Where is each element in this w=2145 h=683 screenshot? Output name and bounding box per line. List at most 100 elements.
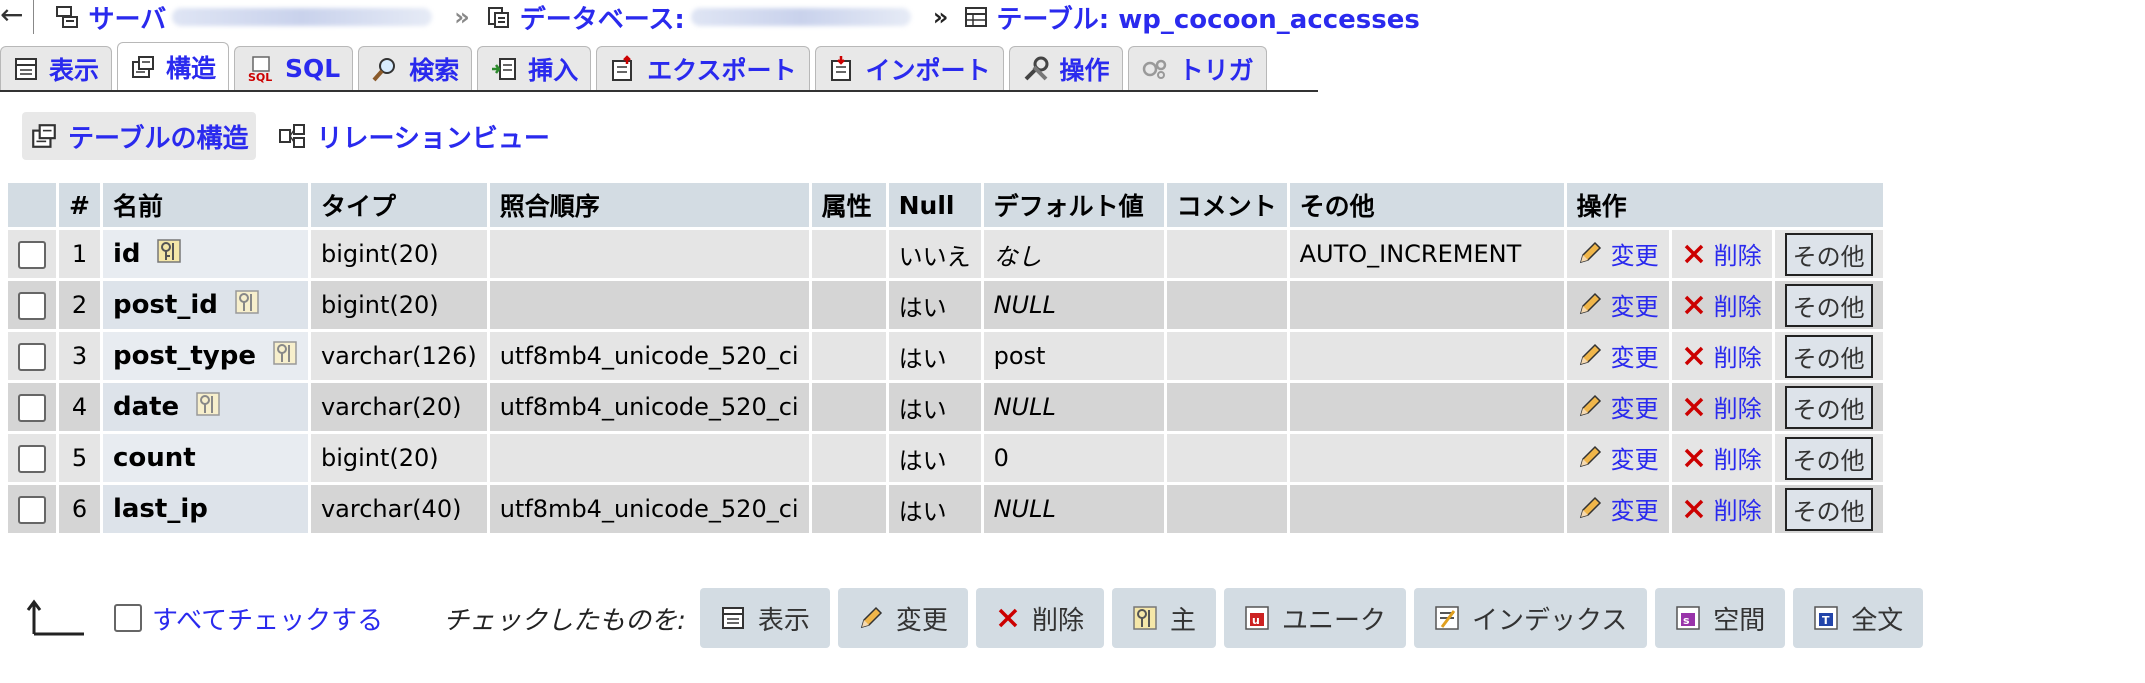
drop-action-cell: 削除: [1671, 434, 1772, 482]
pencil-icon: [1579, 446, 1601, 468]
drop-button[interactable]: 削除: [1682, 338, 1762, 373]
drop-label: 削除: [1713, 293, 1762, 322]
svg-text:T: T: [1822, 614, 1830, 627]
drop-button[interactable]: 削除: [1682, 440, 1762, 475]
tab-label: 表示: [49, 55, 100, 85]
change-label: 変更: [1610, 292, 1659, 321]
tab-import[interactable]: インポート: [814, 46, 1004, 90]
more-action-cell: その他: [1774, 332, 1883, 380]
column-name-cell: count: [102, 434, 308, 482]
breadcrumb-table[interactable]: テーブル: wp_cocoon_accesses: [964, 0, 1420, 36]
check-all-checkbox[interactable]: [114, 604, 142, 632]
drop-action-cell: 削除: [1671, 383, 1772, 431]
back-arrow-icon[interactable]: ←: [0, 0, 35, 34]
bulk-index-button[interactable]: インデックス: [1413, 588, 1648, 648]
change-button[interactable]: 変更: [1577, 491, 1659, 526]
column-attributes: [811, 230, 886, 278]
bulk-drop-button[interactable]: 削除: [975, 588, 1104, 648]
drop-button[interactable]: 削除: [1682, 491, 1762, 526]
drop-button[interactable]: 削除: [1682, 236, 1762, 271]
tab-triggers[interactable]: トリガ: [1127, 46, 1267, 90]
default-value: NULL: [993, 393, 1056, 421]
bulk-primary-button[interactable]: 主: [1111, 588, 1216, 648]
drop-icon: [1684, 499, 1703, 518]
column-default: post: [983, 332, 1164, 380]
column-name-cell: last_ip: [102, 485, 308, 533]
column-extra: [1289, 485, 1564, 533]
breadcrumb-database[interactable]: データベース:: [486, 0, 917, 36]
row-checkbox[interactable]: [18, 291, 46, 320]
row-checkbox[interactable]: [18, 393, 46, 422]
tab-browse[interactable]: 表示: [0, 46, 113, 90]
row-number: 6: [59, 485, 100, 533]
drop-button[interactable]: 削除: [1682, 287, 1762, 322]
row-checkbox[interactable]: [18, 342, 46, 371]
tab-label: 検索: [409, 55, 460, 85]
column-name-cell: post_id: [102, 281, 308, 329]
tab-operations[interactable]: 操作: [1008, 46, 1123, 90]
more-button[interactable]: その他: [1784, 487, 1873, 531]
change-button[interactable]: 変更: [1577, 338, 1659, 373]
more-button[interactable]: その他: [1784, 436, 1873, 480]
default-value: NULL: [993, 291, 1056, 319]
tab-label: 操作: [1059, 55, 1110, 85]
column-extra: [1289, 434, 1564, 482]
row-number: 3: [59, 332, 100, 380]
bulk-unique-button[interactable]: u ユニーク: [1223, 588, 1406, 648]
tab-export[interactable]: エクスポート: [596, 46, 810, 90]
tab-insert[interactable]: 挿入: [477, 46, 592, 90]
table-structure-link[interactable]: テーブルの構造: [22, 112, 257, 160]
pencil-icon: [1579, 344, 1601, 366]
more-button[interactable]: その他: [1784, 283, 1873, 327]
drop-button[interactable]: 削除: [1682, 389, 1762, 424]
drop-label: 削除: [1713, 446, 1762, 475]
change-button[interactable]: 変更: [1577, 236, 1659, 271]
tab-label: 挿入: [528, 55, 579, 85]
pencil-icon: [1579, 395, 1601, 417]
redacted-database-name: [690, 8, 911, 26]
column-default: 0: [983, 434, 1164, 482]
tab-structure[interactable]: 構造: [117, 42, 230, 90]
change-button[interactable]: 変更: [1577, 287, 1659, 322]
column-collation: utf8mb4_unicode_520_ci: [489, 332, 809, 380]
tab-sql[interactable]: SQL SQL: [234, 46, 354, 90]
check-all-control[interactable]: すべてチェックする: [114, 600, 383, 637]
bulk-browse-button[interactable]: 表示: [699, 588, 830, 648]
bulk-change-button[interactable]: 変更: [837, 588, 968, 648]
breadcrumb: ← サーバ » データベース: » テーブル: wp_cocoon_access…: [0, 0, 2145, 36]
primary-key-icon: [1133, 606, 1157, 630]
bulk-unique-label: ユニーク: [1281, 605, 1386, 636]
change-button[interactable]: 変更: [1577, 440, 1659, 475]
drop-action-cell: 削除: [1671, 281, 1772, 329]
tab-label: エクスポート: [647, 55, 797, 85]
pencil-icon: [1579, 242, 1601, 264]
breadcrumb-server[interactable]: サーバ: [54, 0, 438, 36]
column-attributes: [811, 485, 886, 533]
more-button[interactable]: その他: [1784, 232, 1873, 276]
header-actions: 操作: [1566, 183, 1883, 227]
pencil-icon: [1579, 497, 1601, 519]
svg-text:s: s: [1683, 614, 1690, 627]
tab-search[interactable]: 検索: [358, 46, 473, 90]
bulk-primary-label: 主: [1169, 605, 1196, 636]
index-icon: [1435, 606, 1459, 630]
more-action-cell: その他: [1774, 383, 1883, 431]
table-row: 5 count bigint(20) はい 0 変更 削除 その他: [8, 434, 1883, 482]
table-structure-label: テーブルの構造: [68, 123, 249, 154]
change-button[interactable]: 変更: [1577, 389, 1659, 424]
default-value: NULL: [993, 495, 1056, 523]
column-name: post_id: [112, 289, 218, 320]
more-button[interactable]: その他: [1784, 334, 1873, 378]
more-button[interactable]: その他: [1784, 385, 1873, 429]
header-comment: コメント: [1166, 183, 1287, 227]
column-name: id: [112, 238, 141, 269]
bulk-spatial-button[interactable]: s 空間: [1655, 588, 1786, 648]
row-checkbox[interactable]: [18, 495, 46, 524]
row-checkbox[interactable]: [18, 444, 46, 473]
column-name-cell: post_type: [102, 332, 308, 380]
column-type: varchar(126): [310, 332, 487, 380]
bulk-fulltext-button[interactable]: T 全文: [1793, 588, 1924, 648]
row-select-cell: [8, 485, 56, 533]
relation-view-link[interactable]: リレーションビュー: [270, 112, 557, 160]
row-checkbox[interactable]: [18, 240, 46, 269]
